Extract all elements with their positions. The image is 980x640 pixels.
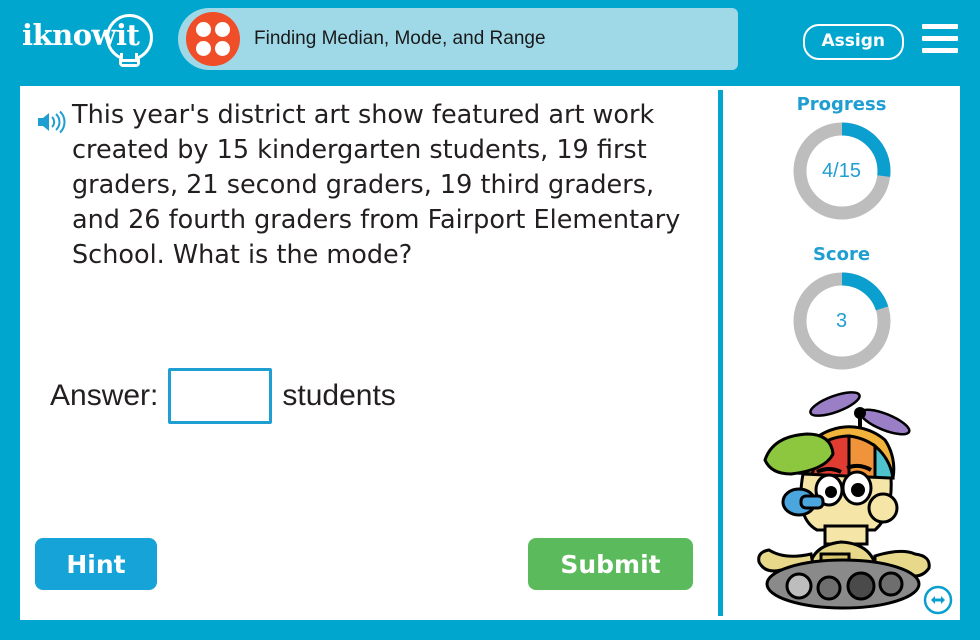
app-frame: iknowit Finding Median, Mode, and Range … xyxy=(0,0,980,640)
score-value: 3 xyxy=(835,309,848,332)
question-area: This year's district art show featured a… xyxy=(28,98,708,273)
progress-label: Progress xyxy=(796,94,887,115)
page-title: Finding Median, Mode, and Range xyxy=(254,28,546,49)
app-header: iknowit Finding Median, Mode, and Range … xyxy=(0,0,980,78)
score-ring: 3 xyxy=(790,269,894,373)
sidebar: Progress 4/15 Score 3 xyxy=(723,86,960,620)
left-right-arrows-icon[interactable] xyxy=(922,584,954,616)
dice-four-icon xyxy=(186,12,240,66)
iknowit-logo[interactable]: iknowit xyxy=(22,13,162,67)
score-meter: Score 3 xyxy=(723,244,960,373)
speaker-audio-icon[interactable] xyxy=(36,110,66,134)
score-label: Score xyxy=(812,244,871,265)
answer-label: Answer: xyxy=(50,379,159,412)
progress-ring: 4/15 xyxy=(790,119,894,223)
progress-meter: Progress 4/15 xyxy=(723,94,960,223)
lesson-title-bar: Finding Median, Mode, and Range xyxy=(178,8,738,70)
assign-button[interactable]: Assign xyxy=(802,24,904,60)
hint-button[interactable]: Hint xyxy=(35,538,157,590)
content-panel: This year's district art show featured a… xyxy=(20,86,960,620)
progress-value: 4/15 xyxy=(822,159,861,182)
submit-button[interactable]: Submit xyxy=(528,538,693,590)
lightbulb-base-icon xyxy=(119,59,140,67)
answer-unit-label: students xyxy=(282,379,396,412)
question-text: This year's district art show featured a… xyxy=(72,100,681,270)
hamburger-menu-icon[interactable] xyxy=(922,24,958,54)
answer-input[interactable] xyxy=(168,368,273,424)
answer-row: Answer: students xyxy=(50,368,396,424)
robot-mascot-propeller-hat xyxy=(757,391,931,610)
